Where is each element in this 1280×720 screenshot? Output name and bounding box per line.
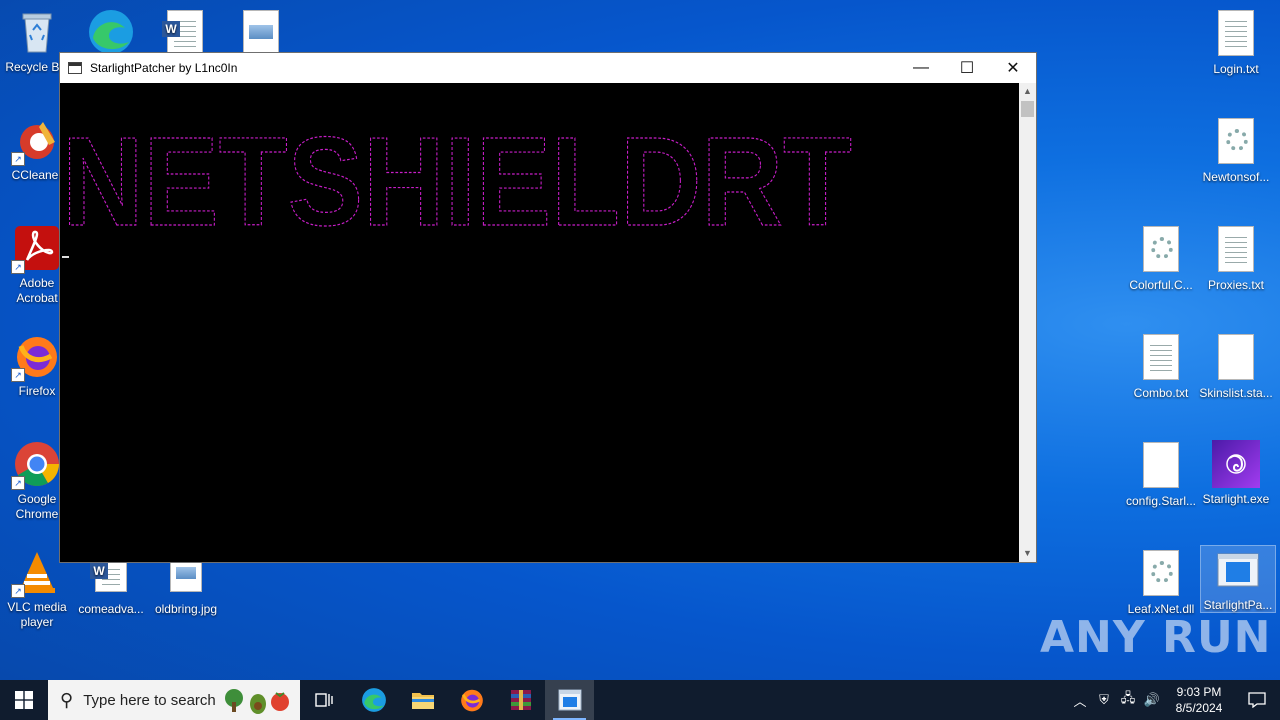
banner-text: NETSHIELDRT bbox=[62, 111, 852, 252]
desktop-icon-login-txt[interactable]: Login.txt bbox=[1199, 8, 1273, 77]
desktop-icon-label: Login.txt bbox=[1213, 62, 1259, 76]
taskbar-search-box[interactable]: ⚲ Type here to search bbox=[48, 680, 300, 720]
maximize-button[interactable]: ☐ bbox=[944, 53, 990, 83]
word-doc-icon: W bbox=[161, 10, 209, 58]
text-file-icon bbox=[1212, 226, 1260, 274]
search-placeholder: Type here to search bbox=[83, 691, 216, 709]
desktop-icon-oldbring[interactable]: oldbring.jpg bbox=[149, 556, 223, 617]
scroll-down-arrow-icon[interactable]: ▼ bbox=[1019, 545, 1036, 562]
desktop-icon-starlightpatcher[interactable]: StarlightPa... bbox=[1200, 545, 1276, 613]
shortcut-arrow-icon: ↗ bbox=[11, 476, 25, 490]
desktop-icon-label: Starlight.exe bbox=[1202, 492, 1270, 506]
app-window-icon bbox=[1214, 546, 1262, 594]
chrome-icon: ↗ bbox=[11, 440, 61, 490]
recycle-bin-icon bbox=[13, 8, 61, 56]
console-output[interactable]: NETSHIELDRT bbox=[60, 83, 1019, 562]
volume-icon[interactable]: 🔊 bbox=[1140, 692, 1164, 708]
edge-icon bbox=[361, 688, 386, 712]
adobe-acrobat-icon: ↗ bbox=[11, 224, 61, 274]
desktop-icon-label: StarlightPa... bbox=[1203, 598, 1273, 612]
desktop-icon-newtonsoft[interactable]: Newtonsof... bbox=[1199, 116, 1273, 185]
ccleaner-icon: ↗ bbox=[11, 116, 61, 166]
start-button[interactable] bbox=[0, 680, 48, 720]
desktop-icon-label: config.Starl... bbox=[1125, 494, 1197, 508]
blank-file-icon bbox=[1212, 334, 1260, 382]
vlc-icon: ↗ bbox=[11, 548, 61, 598]
clock-time: 9:03 PM bbox=[1176, 685, 1222, 699]
text-cursor bbox=[62, 256, 69, 258]
notification-center-button[interactable] bbox=[1234, 680, 1280, 720]
desktop-icon-config-starlight[interactable]: config.Starl... bbox=[1124, 440, 1198, 509]
desktop-icon-leaf-xnet[interactable]: Leaf.xNet.dll bbox=[1124, 548, 1198, 617]
notification-icon bbox=[1248, 692, 1266, 708]
anyrun-watermark: ANY RUN bbox=[1040, 612, 1272, 663]
minimize-button[interactable]: — bbox=[898, 53, 944, 83]
desktop-icon-combo-txt[interactable]: Combo.txt bbox=[1124, 332, 1198, 401]
image-file-icon bbox=[162, 558, 210, 606]
taskbar-clock[interactable]: 9:03 PM 8/5/2024 bbox=[1164, 684, 1234, 716]
taskbar-starlightpatcher[interactable] bbox=[545, 680, 594, 720]
desktop-icon-colorful[interactable]: Colorful.C... bbox=[1124, 224, 1198, 293]
edge-icon bbox=[87, 8, 135, 56]
app-window-icon bbox=[558, 689, 581, 711]
starlight-exe-icon bbox=[1212, 440, 1260, 488]
security-icon[interactable]: ⛨ bbox=[1092, 692, 1116, 708]
vertical-scrollbar[interactable]: ▲ ▼ bbox=[1019, 83, 1036, 562]
desktop-icon-proxies-txt[interactable]: Proxies.txt bbox=[1199, 224, 1273, 293]
firefox-icon bbox=[460, 689, 483, 712]
desktop-icon-label: Colorful.C... bbox=[1129, 278, 1193, 292]
shortcut-arrow-icon: ↗ bbox=[11, 260, 25, 274]
desktop-icon-label: Skinslist.sta... bbox=[1199, 386, 1273, 400]
text-file-icon bbox=[1212, 10, 1260, 58]
chevron-up-icon[interactable]: ︿ bbox=[1068, 691, 1092, 710]
close-button[interactable]: ✕ bbox=[990, 53, 1036, 83]
taskbar-firefox[interactable] bbox=[447, 680, 496, 720]
taskbar-edge[interactable] bbox=[349, 680, 398, 720]
clock-date: 8/5/2024 bbox=[1175, 701, 1223, 715]
shortcut-arrow-icon: ↗ bbox=[11, 152, 25, 166]
desktop-icon-label: Proxies.txt bbox=[1207, 278, 1264, 292]
shortcut-arrow-icon: ↗ bbox=[11, 584, 25, 598]
window-title: StarlightPatcher by L1nc0In bbox=[90, 61, 238, 75]
firefox-icon: ↗ bbox=[11, 332, 61, 382]
network-icon[interactable]: 🖧 bbox=[1116, 689, 1140, 711]
taskbar-winrar[interactable] bbox=[496, 680, 545, 720]
console-window[interactable]: StarlightPatcher by L1nc0In — ☐ ✕ NETSHI… bbox=[59, 52, 1037, 563]
taskbar: ⚲ Type here to search ︿ ⛨ 🖧 🔊 9:03 PM 8/… bbox=[0, 680, 1280, 720]
desktop-icon-label: Newtonsof... bbox=[1202, 170, 1270, 184]
search-icon: ⚲ bbox=[60, 689, 74, 710]
ascii-banner: NETSHIELDRT bbox=[61, 110, 852, 252]
blank-file-icon bbox=[1137, 442, 1185, 490]
desktop-icon-label: Combo.txt bbox=[1133, 386, 1189, 400]
search-highlight-icon bbox=[222, 686, 292, 718]
window-titlebar[interactable]: StarlightPatcher by L1nc0In — ☐ ✕ bbox=[60, 53, 1036, 83]
dll-file-icon bbox=[1212, 118, 1260, 166]
scroll-up-arrow-icon[interactable]: ▲ bbox=[1019, 83, 1036, 100]
desktop-icon-label: VLC media player bbox=[7, 600, 67, 629]
task-view-button[interactable] bbox=[300, 680, 349, 720]
system-tray: ︿ ⛨ 🖧 🔊 9:03 PM 8/5/2024 bbox=[1068, 680, 1280, 720]
task-view-icon bbox=[314, 693, 333, 707]
desktop-icon-skinslist[interactable]: Skinslist.sta... bbox=[1199, 332, 1273, 401]
taskbar-file-explorer[interactable] bbox=[398, 680, 447, 720]
desktop-icon-comeadva[interactable]: W comeadva... bbox=[74, 556, 148, 617]
dll-file-icon bbox=[1137, 226, 1185, 274]
windows-logo-icon bbox=[15, 691, 33, 709]
winrar-icon bbox=[510, 690, 531, 710]
console-app-icon bbox=[68, 62, 82, 74]
scrollbar-thumb[interactable] bbox=[1021, 101, 1034, 117]
word-doc-icon: W bbox=[87, 558, 135, 606]
desktop-icon-starlight-exe[interactable]: Starlight.exe bbox=[1199, 440, 1273, 507]
dll-file-icon bbox=[1137, 550, 1185, 598]
folder-icon bbox=[411, 693, 434, 709]
shortcut-arrow-icon: ↗ bbox=[11, 368, 25, 382]
image-file-icon bbox=[237, 10, 285, 58]
text-file-icon bbox=[1137, 334, 1185, 382]
